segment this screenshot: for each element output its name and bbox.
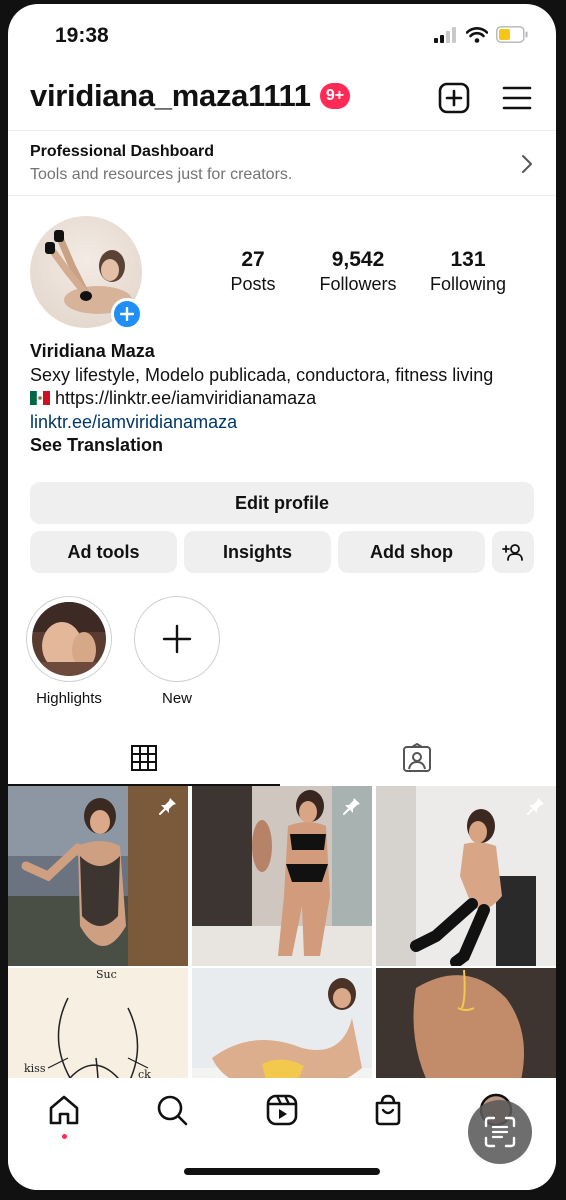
status-bar: 19:38: [8, 4, 556, 68]
stat-following-label: Following: [429, 274, 507, 294]
search-icon[interactable]: [154, 1092, 190, 1128]
professional-dashboard[interactable]: Professional Dashboard Tools and resourc…: [8, 130, 556, 196]
stat-followers-label: Followers: [319, 274, 397, 294]
tagged-icon[interactable]: [402, 743, 432, 773]
stat-followers[interactable]: 9,542 Followers: [298, 248, 418, 295]
highlight-item[interactable]: Highlights: [26, 596, 112, 707]
pin-icon: [527, 798, 544, 815]
plus-icon: [162, 624, 192, 654]
new-highlight-ring: [134, 596, 220, 682]
scan-icon: [484, 1116, 516, 1148]
ad-tools-button[interactable]: Ad tools: [30, 531, 177, 573]
highlight-label: Highlights: [36, 690, 102, 707]
signal-icon: [434, 26, 456, 43]
scan-text-button[interactable]: [468, 1100, 532, 1164]
profile-bio: Viridiana Maza Sexy lifestyle, Modelo pu…: [30, 340, 540, 458]
insights-button[interactable]: Insights: [184, 531, 331, 573]
bio-description: Sexy lifestyle, Modelo publicada, conduc…: [30, 364, 494, 385]
stat-posts-value: 27: [241, 248, 265, 271]
highlight-ring: [26, 596, 112, 682]
menu-icon[interactable]: [502, 84, 532, 112]
notification-dot: [62, 1134, 67, 1139]
status-icons: [434, 26, 528, 43]
dashboard-title: Professional Dashboard: [30, 143, 215, 160]
home-icon[interactable]: [46, 1092, 82, 1128]
post-thumbnail[interactable]: [376, 786, 556, 966]
see-translation-link[interactable]: See Translation: [30, 434, 540, 458]
battery-icon: [496, 26, 528, 43]
pin-icon: [343, 798, 360, 815]
sketch-text: kiss: [24, 1062, 46, 1075]
create-post-icon[interactable]: [438, 82, 470, 114]
discover-people-button[interactable]: [492, 531, 534, 573]
highlight-cover: [32, 602, 106, 676]
add-story-button[interactable]: [111, 298, 143, 330]
plus-icon: [120, 307, 134, 321]
grid-icon[interactable]: [130, 744, 158, 772]
profile-name: Viridiana Maza: [30, 341, 155, 361]
profile-header: viridiana_maza1111 9+: [8, 74, 556, 130]
status-time: 19:38: [55, 24, 109, 47]
bio-flag-link: https://linktr.ee/iamviridianamaza: [55, 388, 317, 408]
add-person-icon: [502, 544, 523, 561]
bio-link[interactable]: linktr.ee/iamviridianamaza: [30, 411, 540, 435]
home-indicator[interactable]: [184, 1168, 380, 1175]
edit-profile-button[interactable]: Edit profile: [30, 482, 534, 524]
bio-flag-line: https://linktr.ee/iamviridianamaza: [30, 387, 540, 411]
new-highlight-button[interactable]: New: [134, 596, 220, 707]
username-title[interactable]: viridiana_maza1111: [30, 78, 311, 114]
post-thumbnail[interactable]: [192, 786, 372, 966]
shop-icon[interactable]: [370, 1092, 406, 1128]
stat-posts-label: Posts: [230, 274, 276, 294]
pin-icon: [159, 798, 176, 815]
chevron-right-icon: [522, 155, 532, 173]
phone-screen: 19:38 viridiana_maza1111 9+ Professional…: [8, 4, 556, 1190]
new-highlight-label: New: [161, 690, 192, 707]
mexico-flag-icon: [30, 390, 50, 406]
notification-badge: 9+: [320, 83, 350, 109]
stat-following[interactable]: 131 Following: [418, 248, 518, 295]
sketch-text: Suc: [96, 968, 117, 981]
add-shop-button[interactable]: Add shop: [338, 531, 485, 573]
stat-followers-value: 9,542: [331, 248, 385, 271]
profile-tabs: [8, 734, 556, 786]
stat-following-value: 131: [450, 248, 486, 271]
profile-stats: 27 Posts 9,542 Followers 131 Following: [208, 248, 528, 295]
reels-icon[interactable]: [264, 1092, 300, 1128]
wifi-icon: [466, 26, 488, 43]
stat-posts[interactable]: 27 Posts: [208, 248, 298, 295]
post-thumbnail[interactable]: [8, 786, 188, 966]
dashboard-subtitle: Tools and resources just for creators.: [30, 166, 293, 183]
